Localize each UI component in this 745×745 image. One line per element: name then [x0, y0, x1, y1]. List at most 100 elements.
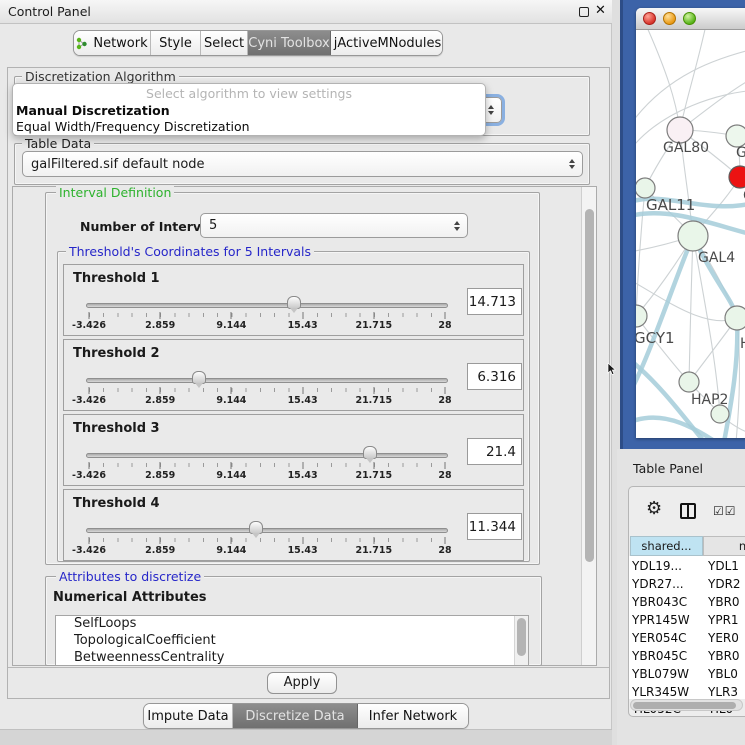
list-scrollbar[interactable] [514, 616, 528, 665]
tick-label: 15.43 [288, 395, 318, 406]
tab-select[interactable]: Select [201, 31, 248, 55]
select-columns-icon[interactable]: ☑☑ [713, 504, 737, 518]
list-scrollbar-thumb[interactable] [517, 618, 526, 656]
slider-thumb[interactable] [192, 371, 206, 384]
table-horizontal-scrollbar[interactable] [630, 699, 743, 711]
table-data-combobox[interactable]: galFiltered.sif default node [22, 151, 583, 177]
table-cell[interactable]: YLR3 [708, 685, 738, 699]
attributes-group-label: Attributes to discretize [56, 570, 204, 583]
tab-jactivemnodules[interactable]: jActiveMNodules [331, 31, 443, 55]
tab-select-label: Select [204, 36, 244, 51]
table-row[interactable]: YER054C [632, 631, 687, 645]
close-traffic-light[interactable] [643, 12, 656, 25]
numerical-attributes-list: SelfLoops TopologicalCoefficient Between… [55, 615, 529, 666]
tick-label: 28 [438, 545, 451, 556]
slider-track[interactable] [86, 303, 448, 308]
settings-scrollbar[interactable] [581, 187, 596, 665]
table-horizontal-scrollbar-thumb[interactable] [633, 702, 736, 709]
tick-label: -3.426 [72, 545, 106, 556]
slider-track[interactable] [86, 378, 448, 383]
threshold-4-value-field[interactable]: 11.344 [467, 513, 522, 540]
table-data-combobox-value: galFiltered.sif default node [31, 157, 205, 172]
tab-infer-network-label: Infer Network [369, 709, 457, 724]
zoom-traffic-light[interactable] [683, 12, 696, 25]
table-row[interactable]: YDL19... [632, 559, 682, 573]
gear-icon[interactable]: ⚙ [646, 498, 662, 519]
threshold-1-slider[interactable]: -3.426 2.859 9.144 15.43 21.715 28 [89, 299, 445, 329]
tab-network-label: Network [93, 36, 147, 51]
table-cell[interactable]: YBL0 [708, 667, 738, 681]
slider-ticks [89, 538, 445, 544]
slider-thumb[interactable] [287, 296, 301, 309]
tick-label: 15.43 [288, 320, 318, 331]
tab-style[interactable]: Style [151, 31, 201, 55]
threshold-2-slider[interactable]: -3.426 2.859 9.144 15.43 21.715 28 [89, 374, 445, 404]
table-cell[interactable]: YDR2 [708, 577, 741, 591]
split-columns-icon[interactable] [680, 503, 696, 519]
node-right-mid[interactable] [725, 306, 745, 330]
minimize-traffic-light[interactable] [663, 12, 676, 25]
tab-cyni-toolbox[interactable]: Cyni Toolbox [248, 31, 331, 55]
slider-ticks [89, 463, 445, 469]
node-label-partial-top: GA [736, 145, 745, 161]
tick-label: 2.859 [145, 545, 175, 556]
threshold-1-value-field[interactable]: 14.713 [467, 288, 522, 315]
slider-thumb[interactable] [363, 446, 377, 459]
network-canvas[interactable]: GAL80 GA C GAL11 GAL4 GCY1 H HAP2 [636, 30, 745, 438]
tick-label: 9.144 [216, 320, 246, 331]
node-hap2[interactable] [679, 372, 699, 392]
table-row[interactable]: YDR27... [632, 577, 684, 591]
tab-network[interactable]: Network [74, 31, 151, 55]
node-gal4[interactable] [678, 221, 708, 251]
number-of-intervals-value: 5 [209, 218, 217, 233]
node-top-right[interactable] [726, 125, 745, 147]
tab-infer-network[interactable]: Infer Network [358, 704, 468, 728]
list-item-selfloops[interactable]: SelfLoops [56, 616, 528, 633]
slider-track[interactable] [86, 453, 448, 458]
table-cell[interactable]: YBR0 [708, 649, 740, 663]
number-of-intervals-combobox[interactable]: 5 [200, 213, 468, 238]
threshold-3-value-field[interactable]: 21.4 [467, 438, 522, 465]
dropdown-option-equal-width-frequency[interactable]: Equal Width/Frequency Discretization [13, 119, 485, 135]
table-cell[interactable]: YPR1 [708, 613, 739, 627]
tab-discretize-data[interactable]: Discretize Data [233, 704, 358, 728]
table-row[interactable]: YBR045C [632, 649, 687, 663]
node-label-gal4: GAL4 [698, 250, 735, 266]
threshold-3-slider[interactable]: -3.426 2.859 9.144 15.43 21.715 28 [89, 449, 445, 479]
node-red-selected[interactable] [729, 166, 745, 188]
discretization-algorithm-group-label: Discretization Algorithm [22, 70, 179, 83]
tick-label: 28 [438, 395, 451, 406]
table-cell[interactable]: YER0 [708, 631, 739, 645]
combo-arrows-icon [488, 105, 494, 115]
table-row[interactable]: YPR145W [632, 613, 690, 627]
network-window-titlebar[interactable] [636, 8, 745, 30]
threshold-4-slider[interactable]: -3.426 2.859 9.144 15.43 21.715 28 [89, 524, 445, 554]
bottom-tab-bar: Impute Data Discretize Data Infer Networ… [143, 703, 469, 729]
threshold-1-label: Threshold 1 [73, 271, 160, 286]
slider-ticks [89, 313, 445, 319]
threshold-2-value-field[interactable]: 6.316 [467, 363, 522, 390]
table-cell[interactable]: YBR0 [708, 595, 740, 609]
slider-thumb[interactable] [249, 521, 263, 534]
tick-label: 2.859 [145, 320, 175, 331]
apply-button[interactable]: Apply [267, 672, 337, 694]
float-window-icon[interactable] [579, 7, 589, 17]
thresholds-group-label: Threshold's Coordinates for 5 Intervals [66, 245, 314, 258]
tab-impute-data[interactable]: Impute Data [144, 704, 233, 728]
list-item-betweennesscentrality[interactable]: BetweennessCentrality [56, 650, 528, 666]
column-header-name[interactable]: n... [703, 536, 745, 556]
tab-impute-data-label: Impute Data [147, 709, 228, 724]
settings-scrollbar-thumb[interactable] [585, 209, 594, 562]
dropdown-option-manual-discretization[interactable]: Manual Discretization [13, 103, 485, 119]
node-gcy1[interactable] [636, 305, 647, 327]
node-gal11[interactable] [636, 178, 655, 198]
close-icon[interactable]: ✕ [595, 3, 606, 18]
table-cell[interactable]: YDL1 [708, 559, 739, 573]
column-header-shared-name[interactable]: shared... [630, 536, 703, 556]
tick-label: 9.144 [216, 545, 246, 556]
slider-track[interactable] [86, 528, 448, 533]
table-row[interactable]: YLR345W [632, 685, 689, 699]
table-row[interactable]: YBR043C [632, 595, 687, 609]
list-item-topologicalcoefficient[interactable]: TopologicalCoefficient [56, 633, 528, 650]
table-row[interactable]: YBL079W [632, 667, 689, 681]
